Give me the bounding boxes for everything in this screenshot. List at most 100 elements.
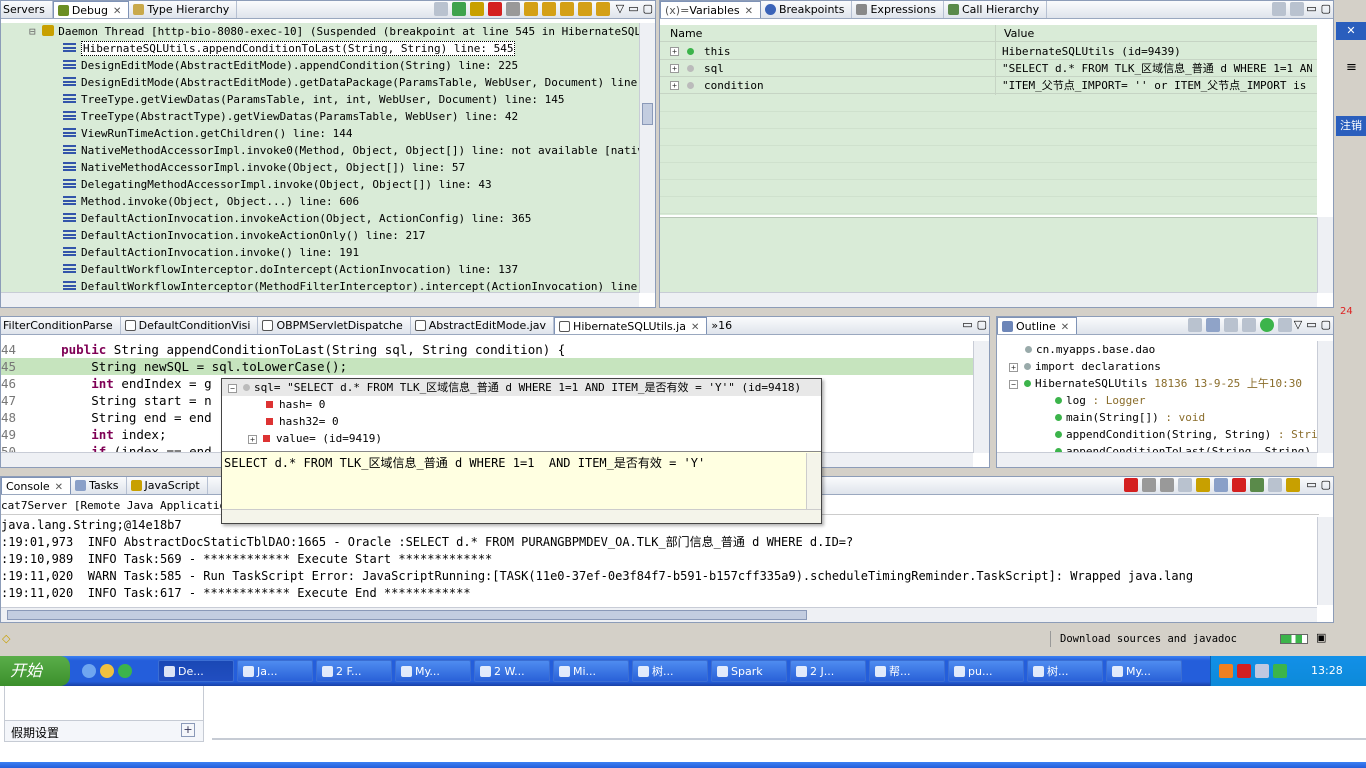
taskbar-item[interactable]: 2 W...: [474, 660, 550, 682]
open-console-icon[interactable]: [1268, 478, 1283, 492]
right-close-icon[interactable]: ✕: [1336, 22, 1366, 40]
console-vscroll[interactable]: [1317, 517, 1333, 605]
step-over-icon[interactable]: [541, 2, 556, 16]
outline-hscroll[interactable]: [997, 452, 1317, 467]
taskbar-item[interactable]: pu...: [948, 660, 1024, 682]
remove-all-icon[interactable]: [1160, 478, 1175, 492]
view-menu-icon[interactable]: ▽: [1294, 318, 1302, 331]
terminate-icon[interactable]: [1124, 478, 1139, 492]
stack-frame[interactable]: NativeMethodAccessorImpl.invoke(Object, …: [1, 159, 639, 176]
stack-frame[interactable]: DefaultActionInvocation.invokeAction(Obj…: [1, 210, 639, 227]
taskbar-item[interactable]: My...: [395, 660, 471, 682]
disconnect-icon[interactable]: [505, 2, 520, 16]
tab-type-hierarchy[interactable]: Type Hierarchy: [129, 1, 238, 18]
col-value-header[interactable]: Value: [1004, 27, 1034, 40]
tab-default-condition-visitor[interactable]: DefaultConditionVisi: [121, 317, 259, 334]
outline-item[interactable]: cn.myapps.base.dao: [997, 341, 1317, 358]
hover-hscroll[interactable]: [222, 509, 821, 523]
taskbar-item[interactable]: 2 J...: [790, 660, 866, 682]
tab-call-hierarchy[interactable]: Call Hierarchy: [944, 1, 1048, 18]
tab-console[interactable]: Console ✕: [1, 477, 72, 494]
stack-frame[interactable]: DefaultWorkflowInterceptor(MethodFilterI…: [1, 278, 639, 293]
hscroll-thumb[interactable]: [7, 610, 807, 620]
step-return-icon[interactable]: [559, 2, 574, 16]
taskbar-item[interactable]: 2 F...: [316, 660, 392, 682]
taskbar-item[interactable]: 树...: [1027, 660, 1103, 682]
maximize-icon[interactable]: ▢: [1321, 318, 1331, 331]
debug-hscroll[interactable]: [1, 292, 639, 307]
tab-servers[interactable]: Servers: [1, 1, 53, 18]
outline-vscroll[interactable]: [1317, 341, 1333, 453]
tab-breakpoints[interactable]: Breakpoints: [761, 1, 853, 18]
vscroll-thumb[interactable]: [642, 103, 653, 125]
variable-hover-popup[interactable]: − sql= "SELECT d.* FROM TLK_区域信息_普通 d WHE…: [221, 378, 822, 524]
stack-frame[interactable]: HibernateSQLUtils.appendConditionToLast(…: [1, 40, 639, 57]
ie-icon[interactable]: [82, 664, 96, 678]
minimize-icon[interactable]: ▭: [628, 2, 638, 15]
tray-fire-icon[interactable]: [1219, 664, 1233, 678]
hover-child[interactable]: + value= (id=9419): [222, 430, 821, 447]
variable-detail[interactable]: [660, 217, 1317, 293]
close-icon[interactable]: ✕: [1061, 322, 1069, 333]
tab-obpm-servlet-dispatcher[interactable]: OBPMServletDispatche: [258, 317, 411, 334]
hide-fields-icon[interactable]: [1223, 318, 1238, 332]
hover-child[interactable]: hash32= 0: [222, 413, 821, 430]
use-step-filters-icon[interactable]: [595, 2, 610, 16]
collapse-icon[interactable]: −: [1009, 380, 1018, 389]
taskbar-item[interactable]: Mi...: [553, 660, 629, 682]
tab-hibernate-sql-utils[interactable]: HibernateSQLUtils.ja ✕: [554, 317, 708, 334]
expand-icon[interactable]: +: [248, 435, 257, 444]
stack-frame[interactable]: DesignEditMode(AbstractEditMode).appendC…: [1, 57, 639, 74]
stack-frame[interactable]: DesignEditMode(AbstractEditMode).getData…: [1, 74, 639, 91]
new-console-icon[interactable]: [1286, 478, 1301, 492]
tab-abstract-edit-mode[interactable]: AbstractEditMode.jav: [411, 317, 555, 334]
display-console-icon[interactable]: [1250, 478, 1265, 492]
collapse-icon[interactable]: [1187, 318, 1202, 332]
minimize-icon[interactable]: ▭: [1306, 478, 1316, 491]
close-icon[interactable]: ✕: [113, 6, 121, 17]
terminate-icon[interactable]: [487, 2, 502, 16]
hover-child[interactable]: hash= 0: [222, 396, 821, 413]
show-console-icon[interactable]: [1214, 478, 1229, 492]
maximize-icon[interactable]: ▢: [643, 2, 653, 15]
right-menu-icon[interactable]: ≡: [1346, 60, 1357, 75]
taskbar-item[interactable]: 帮...: [869, 660, 945, 682]
console-hscroll[interactable]: [1, 607, 1317, 622]
taskbar-item[interactable]: Spark: [711, 660, 787, 682]
console-output[interactable]: java.lang.String;@14e18b7:19:01,973 INFO…: [1, 517, 1317, 605]
tab-outline[interactable]: Outline ✕: [997, 317, 1078, 334]
outline-item[interactable]: main(String[]) : void: [997, 409, 1317, 426]
hover-root[interactable]: − sql= "SELECT d.* FROM TLK_区域信息_普通 d WHE…: [222, 379, 821, 396]
taskbar-item[interactable]: Ja...: [237, 660, 313, 682]
hover-vscroll[interactable]: [806, 453, 821, 509]
taskbar-item[interactable]: De...: [158, 660, 234, 682]
stack-frame[interactable]: DefaultActionInvocation.invoke() line: 1…: [1, 244, 639, 261]
tray-network-icon[interactable]: [1255, 664, 1269, 678]
hide-local-types-icon[interactable]: [1277, 318, 1292, 332]
tray-shield-icon[interactable]: [1273, 664, 1287, 678]
outline-item[interactable]: log : Logger: [997, 392, 1317, 409]
stack-frame[interactable]: ViewRunTimeAction.getChildren() line: 14…: [1, 125, 639, 142]
start-button[interactable]: 开始: [0, 656, 70, 686]
holiday-settings-item[interactable]: 假期设置 +: [4, 720, 204, 742]
step-into-icon[interactable]: [523, 2, 538, 16]
chat-icon[interactable]: [118, 664, 132, 678]
tab-debug[interactable]: Debug ✕: [52, 1, 130, 18]
close-icon[interactable]: ✕: [55, 482, 63, 493]
close-icon[interactable]: ✕: [745, 6, 753, 17]
taskbar-item[interactable]: My...: [1106, 660, 1182, 682]
tab-variables[interactable]: (x)=Variables ✕: [660, 1, 761, 18]
expand-icon[interactable]: +: [670, 81, 679, 90]
hide-static-icon[interactable]: [1241, 318, 1256, 332]
view-menu-icon[interactable]: ▽: [616, 2, 624, 15]
hide-nonpublic-icon[interactable]: [1259, 318, 1274, 332]
tab-overflow[interactable]: »16: [707, 317, 739, 334]
col-name-header[interactable]: Name: [670, 27, 702, 40]
add-icon[interactable]: +: [181, 723, 195, 737]
stack-frame[interactable]: DefaultActionInvocation.invokeActionOnly…: [1, 227, 639, 244]
minimize-icon[interactable]: ▭: [1306, 2, 1316, 15]
drop-to-frame-icon[interactable]: [577, 2, 592, 16]
stack-frame[interactable]: DefaultWorkflowInterceptor.doIntercept(A…: [1, 261, 639, 278]
stack-frame[interactable]: TreeType.getViewDatas(ParamsTable, int, …: [1, 91, 639, 108]
stack-frame[interactable]: DelegatingMethodAccessorImpl.invoke(Obje…: [1, 176, 639, 193]
